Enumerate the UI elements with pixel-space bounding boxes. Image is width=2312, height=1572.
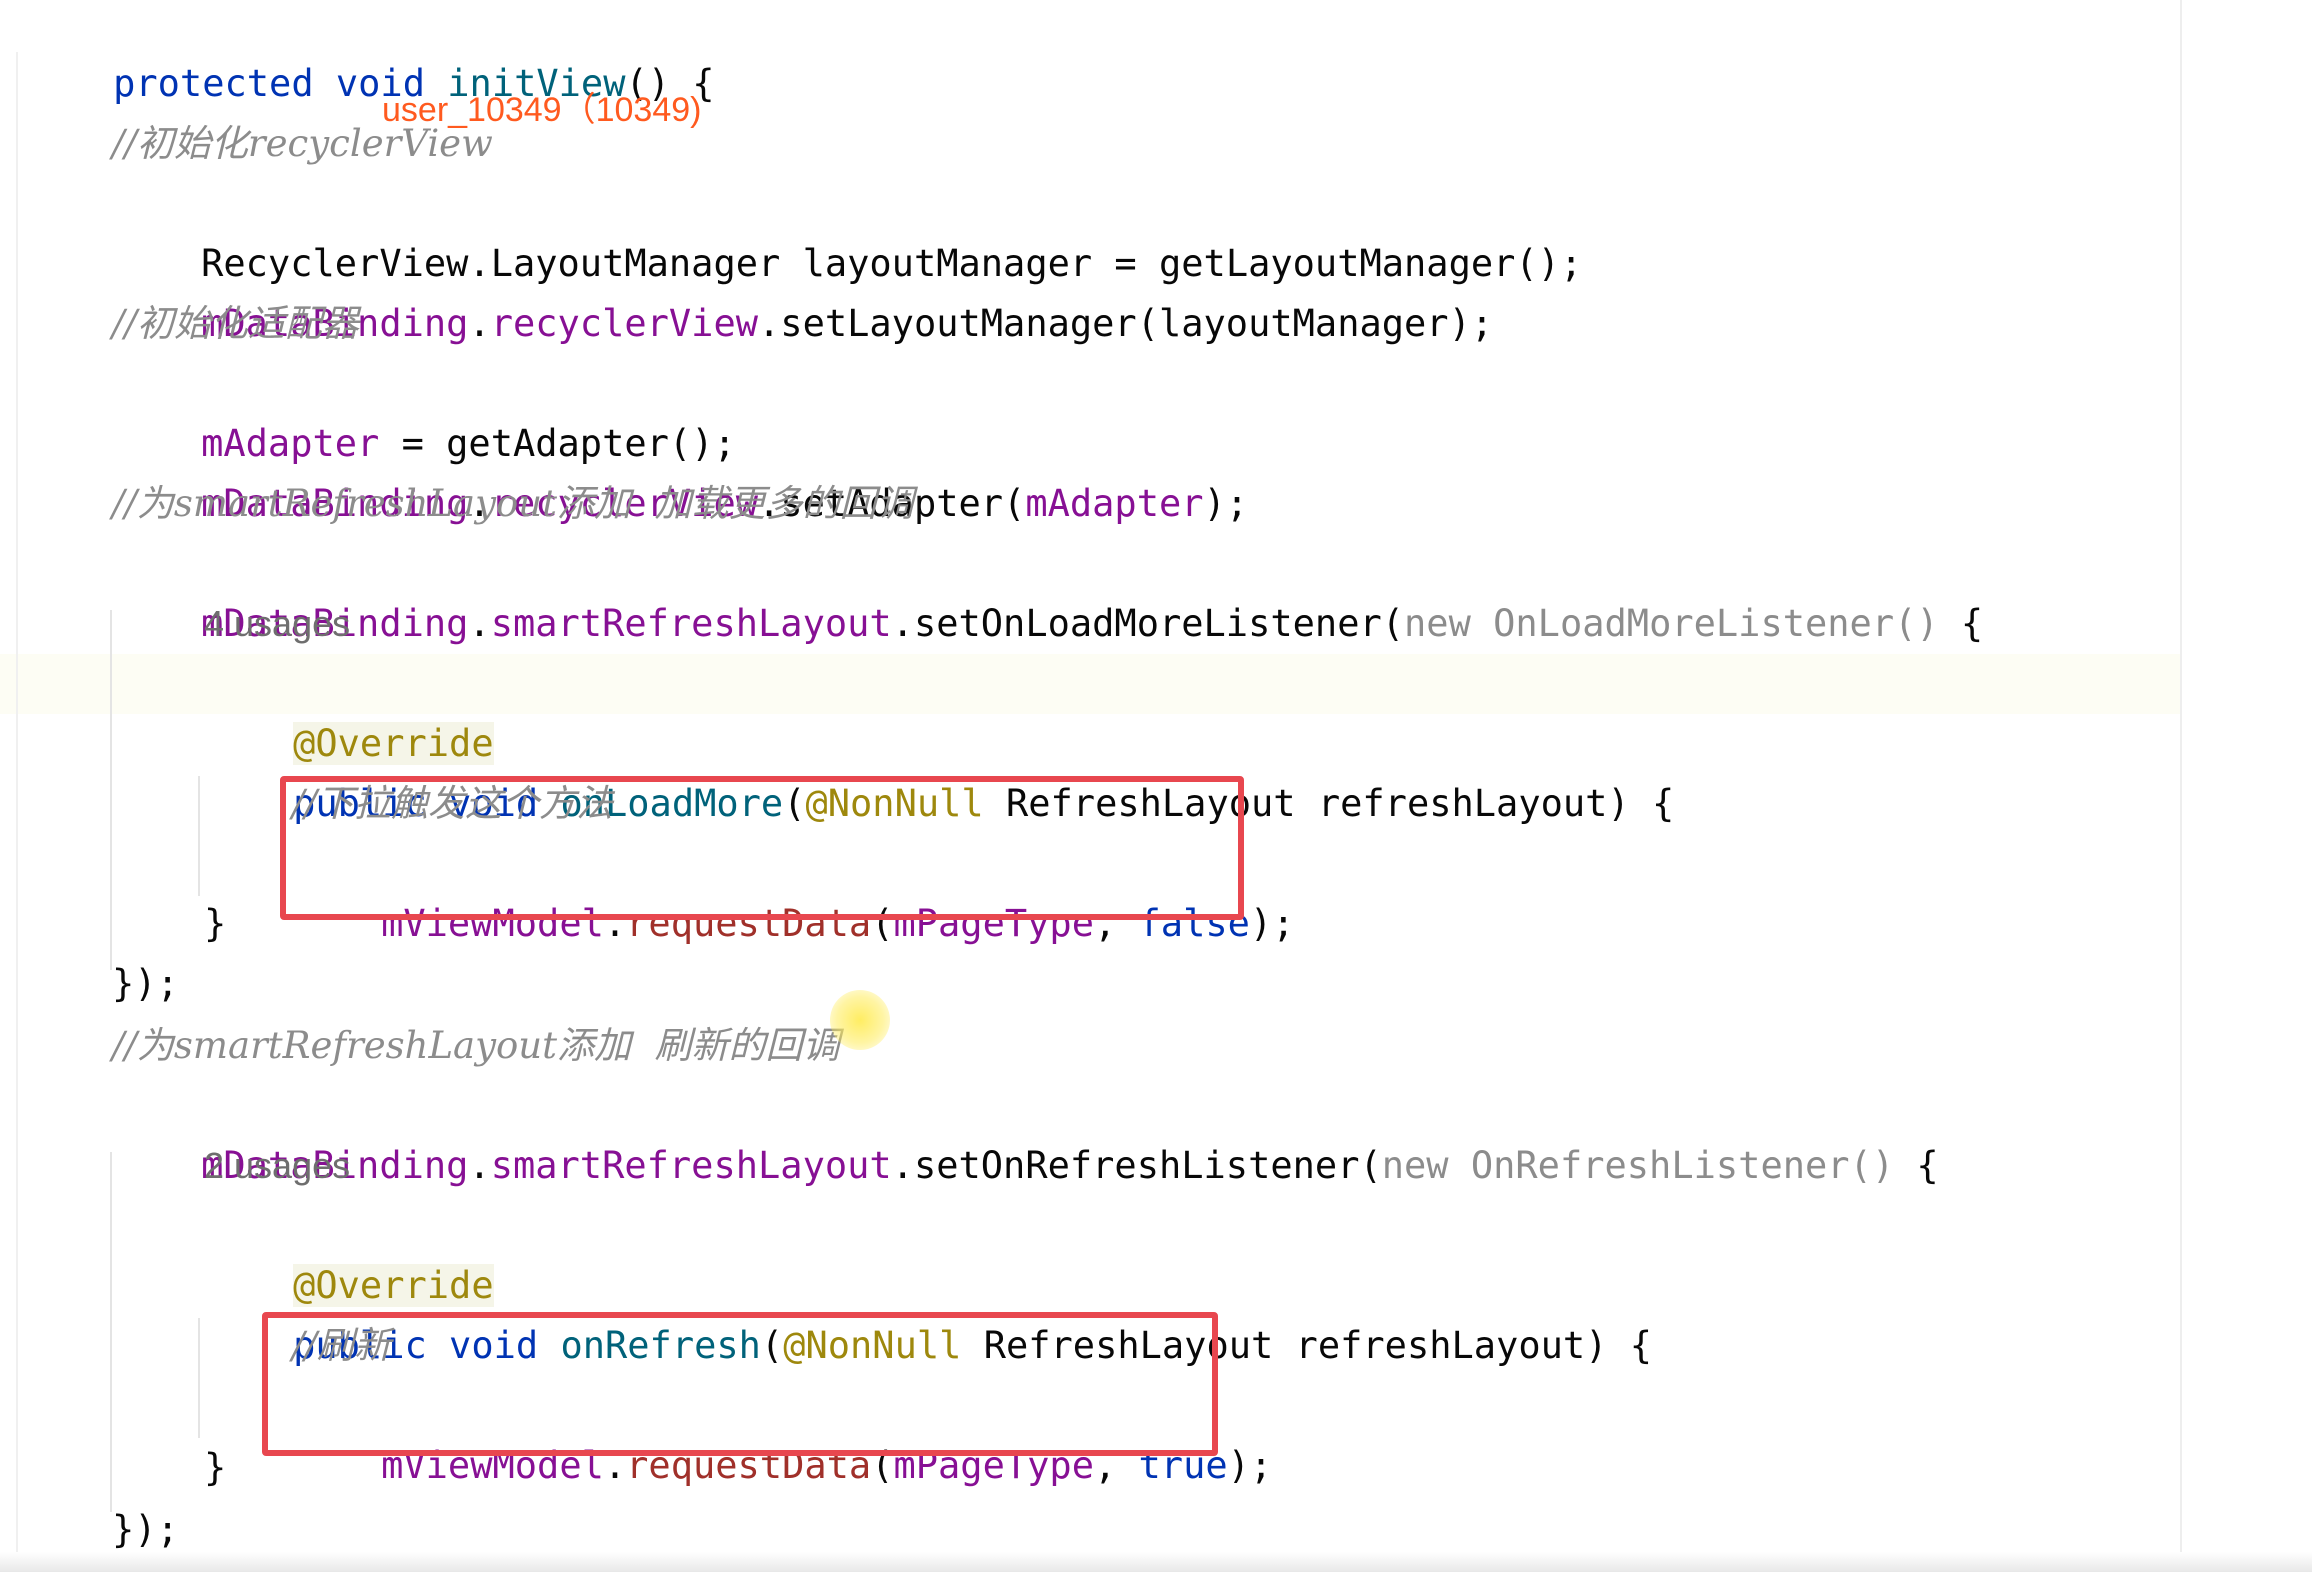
indent-guide <box>198 776 200 896</box>
code-comment[interactable]: //初始化适配器 <box>112 294 359 354</box>
usages-hint[interactable]: 4 usages <box>204 594 350 654</box>
highlight-box-load-more <box>280 776 1244 920</box>
code-line-method-signature[interactable]: protected void initView() { <box>24 0 714 105</box>
keyword: protected <box>113 62 314 105</box>
code-line-close-brace[interactable]: } <box>204 894 226 954</box>
keyword: new <box>1404 602 1471 645</box>
code-line-load-more-listener[interactable]: mDataBinding.smartRefreshLayout.setOnLoa… <box>112 534 1983 645</box>
code-text: . <box>468 1144 491 1187</box>
code-editor[interactable]: protected void initView() { user_10349（1… <box>0 0 2312 1572</box>
code-line-override[interactable]: @Override <box>204 1196 494 1307</box>
code-text: { <box>1938 602 1984 645</box>
code-line-on-load-more[interactable]: public void onLoadMore(@NonNull RefreshL… <box>204 714 1674 825</box>
code-text: . <box>468 302 491 345</box>
field-name: smartRefreshLayout <box>490 602 892 645</box>
highlight-box-refresh <box>262 1312 1218 1456</box>
class-name: OnRefreshListener() <box>1448 1144 1895 1187</box>
bottom-edge-shadow <box>0 1552 2312 1572</box>
code-line-layout-manager[interactable]: RecyclerView.LayoutManager layoutManager… <box>112 174 1582 285</box>
code-text: . <box>468 602 491 645</box>
field-name: recyclerView <box>490 302 759 345</box>
code-comment[interactable]: //为smartRefreshLayout添加 刷新的回调 <box>112 1016 840 1076</box>
code-text: .setOnRefreshListener( <box>891 1144 1382 1187</box>
code-text: { <box>1894 1144 1939 1187</box>
code-line-override[interactable]: @Override <box>204 654 494 765</box>
code-line-set-layout-manager[interactable]: mDataBinding.recyclerView.setLayoutManag… <box>112 234 1493 345</box>
code-line-refresh-listener[interactable]: mDataBinding.smartRefreshLayout.setOnRef… <box>112 1076 1939 1187</box>
code-line-close-listener[interactable]: }); <box>112 1500 179 1560</box>
code-text: ); <box>1203 482 1249 525</box>
code-text: ); <box>1227 1444 1273 1487</box>
code-line-close-brace[interactable]: } <box>204 1438 226 1498</box>
class-name: OnLoadMoreListener() <box>1470 602 1939 645</box>
right-margin-guide <box>2180 0 2182 1572</box>
left-gutter-divider <box>16 52 18 1572</box>
field-name: smartRefreshLayout <box>490 1144 892 1187</box>
code-text: .setLayoutManager(layoutManager); <box>758 302 1494 345</box>
mouse-pointer-highlight-icon <box>830 990 890 1050</box>
code-text: .setOnLoadMoreListener( <box>891 602 1405 645</box>
usages-hint[interactable]: 2 usages <box>204 1136 350 1196</box>
field-name: mAdapter <box>1025 482 1204 525</box>
code-comment[interactable]: //为smartRefreshLayout添加 加载更多的回调 <box>112 474 914 534</box>
code-line-close-listener[interactable]: }); <box>112 954 179 1014</box>
code-text: ); <box>1249 902 1295 945</box>
code-line-on-refresh[interactable]: public void onRefresh(@NonNull RefreshLa… <box>204 1256 1652 1367</box>
indent-guide <box>198 1318 200 1438</box>
code-line-get-adapter[interactable]: mAdapter = getAdapter(); <box>112 354 736 465</box>
code-comment[interactable]: //初始化recyclerView <box>112 114 493 174</box>
code-line-set-adapter[interactable]: mDataBinding.recyclerView.setAdapter(mAd… <box>112 414 1248 525</box>
keyword: new <box>1381 1144 1449 1187</box>
